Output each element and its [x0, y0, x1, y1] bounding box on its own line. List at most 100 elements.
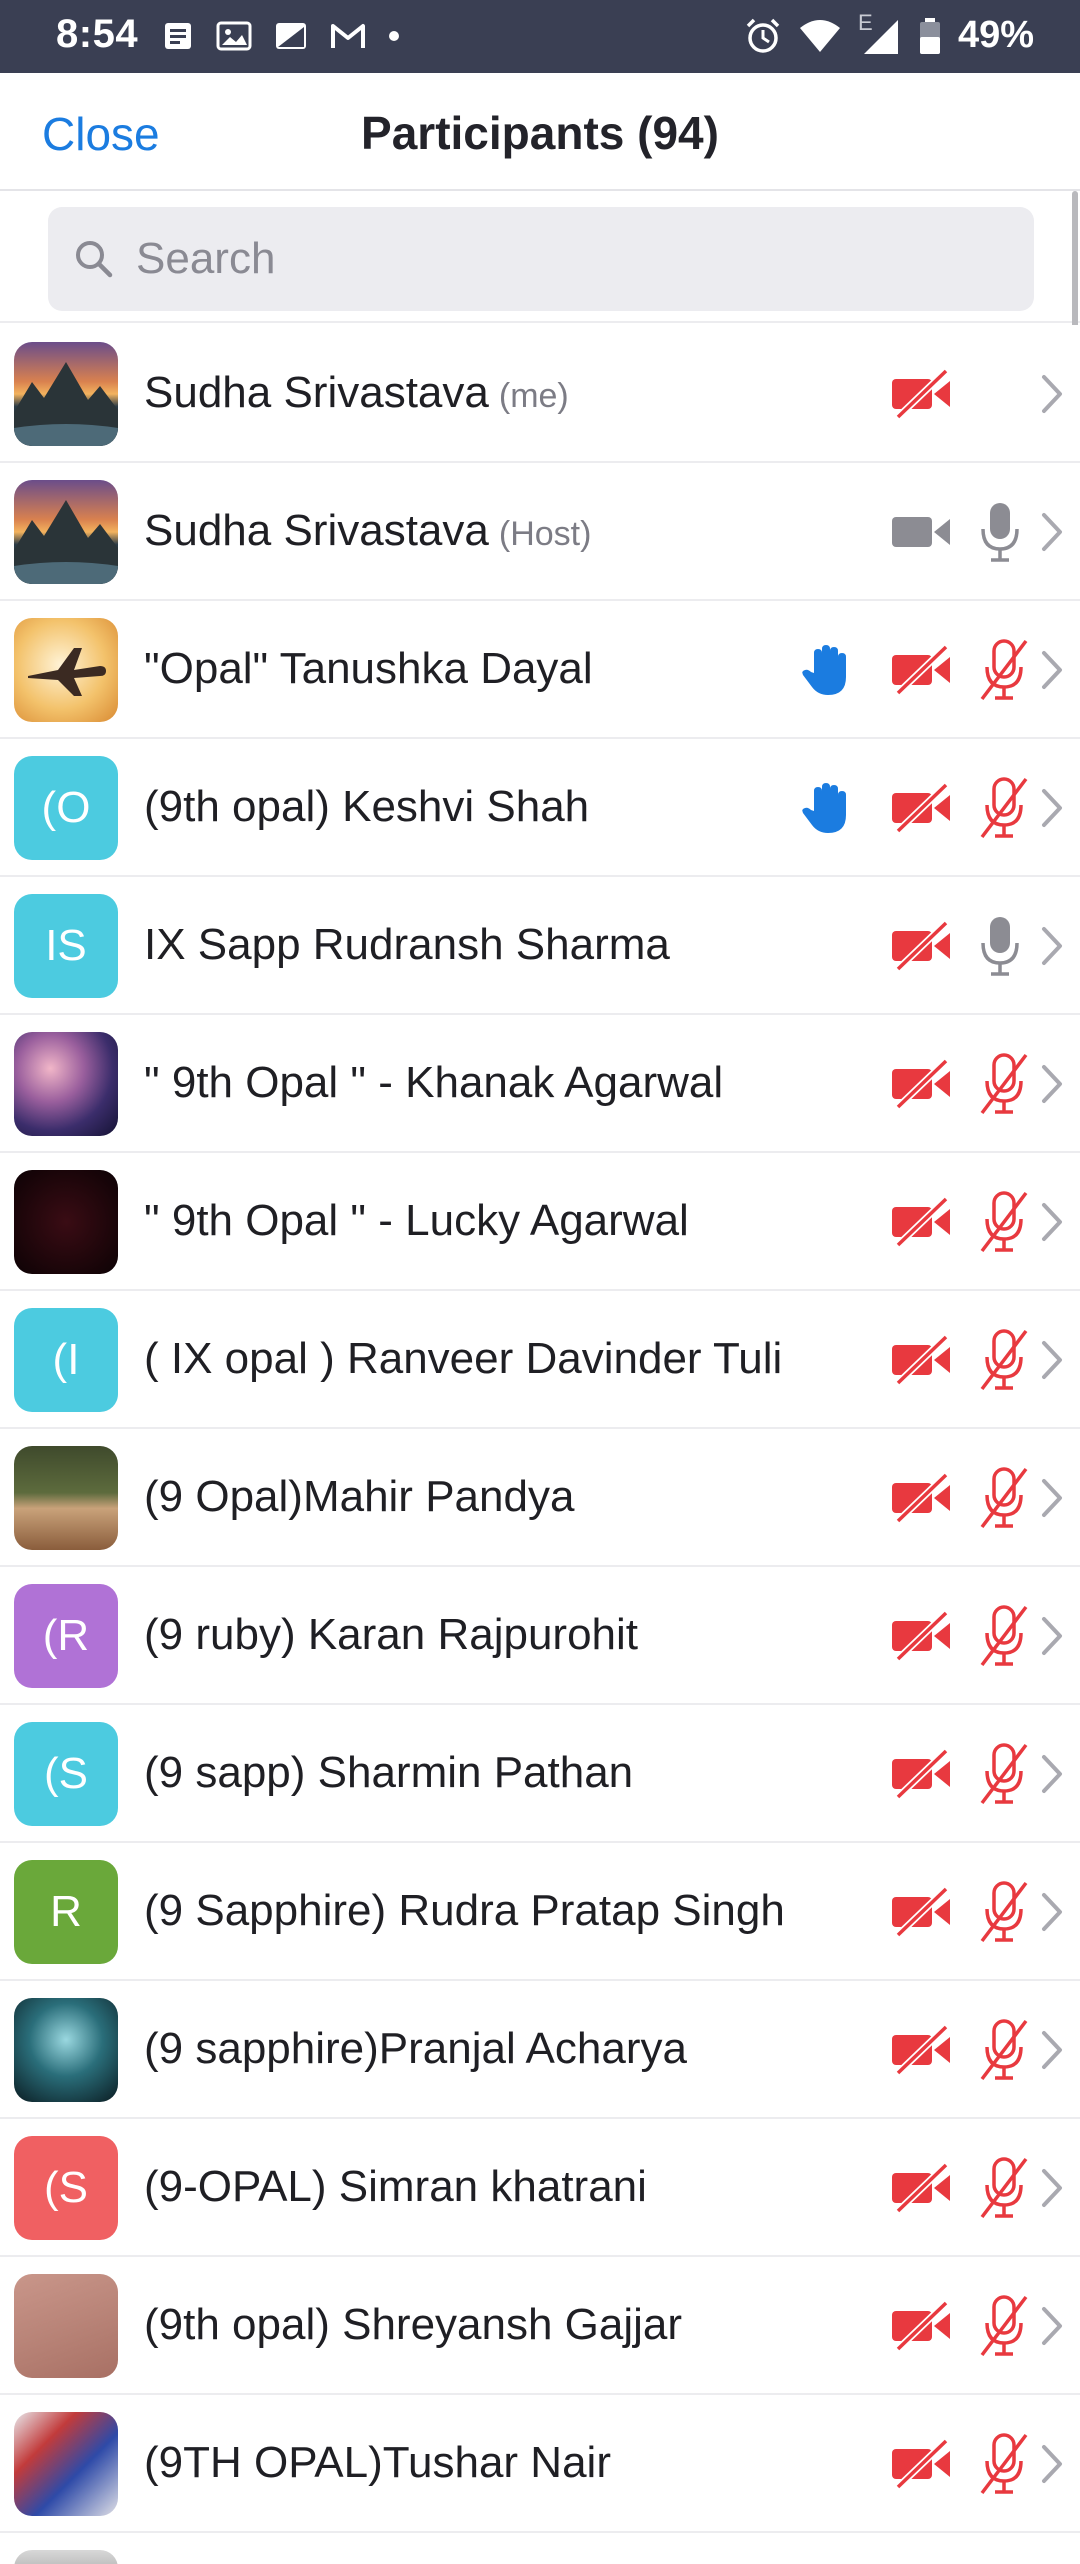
microphone-muted-icon[interactable] — [978, 1879, 1030, 1950]
participant-name: ( IX opal ) Ranveer Davinder Tuli — [144, 1291, 782, 1427]
video-off-icon[interactable] — [890, 1334, 954, 1390]
avatar — [14, 2412, 118, 2516]
microphone-muted-icon[interactable] — [978, 2293, 1030, 2364]
participant-list: Sudha Srivastava (me) Sudha Srivastava (Ho… — [0, 325, 1080, 2564]
microphone-muted-icon[interactable] — [978, 1189, 1030, 1260]
participant-row[interactable]: (I ( IX opal ) Ranveer Davinder Tuli — [0, 1291, 1080, 1429]
participant-name-text: (9 sapphire)Pranjal Acharya — [144, 2024, 687, 2073]
battery-icon — [919, 17, 940, 54]
participant-name: " 9th Opal " - Khanak Agarwal — [144, 1015, 723, 1151]
chevron-right-icon[interactable] — [1040, 1477, 1066, 1524]
participant-row[interactable]: " 9th Opal " - Lucky Agarwal — [0, 1153, 1080, 1291]
video-off-icon[interactable] — [890, 2438, 954, 2494]
news-icon — [165, 23, 191, 49]
participant-name-text: (9-OPAL) Simran khatrani — [144, 2162, 647, 2211]
microphone-on-icon[interactable] — [978, 913, 1022, 984]
video-off-icon[interactable] — [890, 782, 954, 838]
participant-name: (9 ruby) Karan Rajpurohit — [144, 1567, 638, 1703]
status-time: 8:54 — [56, 12, 139, 56]
participant-row[interactable]: "Opal" Tanushka Dayal — [0, 601, 1080, 739]
page-title: Participants (94) — [361, 107, 719, 159]
chevron-right-icon[interactable] — [1040, 373, 1066, 420]
microphone-muted-icon[interactable] — [978, 2431, 1030, 2502]
microphone-on-icon[interactable] — [978, 499, 1022, 570]
video-off-icon[interactable] — [890, 1058, 954, 1114]
microphone-muted-icon[interactable] — [978, 1603, 1030, 1674]
avatar — [14, 480, 118, 584]
chevron-right-icon[interactable] — [1040, 787, 1066, 834]
video-off-icon[interactable] — [890, 1886, 954, 1942]
microphone-muted-icon[interactable] — [978, 2155, 1030, 2226]
participant-name-text: " 9th Opal " - Lucky Agarwal — [144, 1196, 689, 1245]
participant-name: " 9th Opal " - Lucky Agarwal — [144, 1153, 689, 1289]
video-off-icon[interactable] — [890, 2162, 954, 2218]
avatar-initials: (S — [44, 1749, 88, 1798]
avatar-initials: (R — [42, 1611, 90, 1660]
chevron-right-icon[interactable] — [1040, 1201, 1066, 1248]
participant-name-text: (9th opal) Shreyansh Gajjar — [144, 2300, 683, 2349]
notification-icons — [162, 20, 400, 52]
video-off-icon[interactable] — [890, 2024, 954, 2080]
participant-row[interactable]: (9 Opal)Mahir Pandya — [0, 1429, 1080, 1567]
video-off-icon[interactable] — [890, 1472, 954, 1528]
participant-row[interactable]: (S (9 sapp) Sharmin Pathan — [0, 1705, 1080, 1843]
participant-row[interactable]: " 9th Opal " - Khanak Agarwal — [0, 1015, 1080, 1153]
video-off-icon[interactable] — [890, 644, 954, 700]
microphone-muted-icon[interactable] — [978, 2017, 1030, 2088]
participant-name: (9th opal) Keshvi Shah — [144, 739, 589, 875]
chevron-right-icon[interactable] — [1040, 925, 1066, 972]
chevron-right-icon[interactable] — [1040, 1891, 1066, 1938]
chevron-right-icon[interactable] — [1040, 511, 1066, 558]
video-off-icon[interactable] — [890, 2300, 954, 2356]
participant-row[interactable]: IS IX Sapp Rudransh Sharma — [0, 877, 1080, 1015]
video-off-icon[interactable] — [890, 920, 954, 976]
chevron-right-icon[interactable] — [1040, 2029, 1066, 2076]
participant-row[interactable]: Sudha Srivastava (Host) — [0, 463, 1080, 601]
video-off-icon[interactable] — [890, 368, 954, 424]
microphone-muted-icon[interactable] — [978, 1741, 1030, 1812]
microphone-muted-icon[interactable] — [978, 1465, 1030, 1536]
avatar — [14, 1032, 118, 1136]
search-box[interactable] — [48, 207, 1034, 311]
participant-row[interactable]: (9th opal) Shreyansh Gajjar — [0, 2257, 1080, 2395]
microphone-muted-icon[interactable] — [978, 637, 1030, 708]
chevron-right-icon[interactable] — [1040, 2305, 1066, 2352]
avatar-initials: (S — [44, 2163, 88, 2212]
participant-row[interactable]: (R (9 ruby) Karan Rajpurohit — [0, 1567, 1080, 1705]
video-on-icon[interactable] — [890, 507, 954, 562]
participant-row[interactable]: Sudha Srivastava (me) — [0, 325, 1080, 463]
participant-name: (9 sapphire)Pranjal Acharya — [144, 1981, 687, 2117]
dot-icon — [389, 31, 399, 41]
chevron-right-icon[interactable] — [1040, 1753, 1066, 1800]
alarm-icon — [746, 18, 780, 53]
microphone-muted-icon[interactable] — [978, 1327, 1030, 1398]
raised-hand-icon — [800, 643, 852, 704]
participant-row-partial[interactable] — [0, 2533, 1080, 2564]
avatar — [14, 618, 118, 722]
chevron-right-icon[interactable] — [1040, 649, 1066, 696]
participant-row[interactable]: R (9 Sapphire) Rudra Pratap Singh — [0, 1843, 1080, 1981]
search-input[interactable] — [136, 207, 1016, 311]
microphone-muted-icon[interactable] — [978, 1051, 1030, 1122]
participant-name-text: IX Sapp Rudransh Sharma — [144, 920, 670, 969]
avatar — [14, 2274, 118, 2378]
signal-icon: E — [858, 10, 902, 56]
participant-row[interactable]: (9TH OPAL)Tushar Nair — [0, 2395, 1080, 2533]
participant-row[interactable]: (O (9th opal) Keshvi Shah — [0, 739, 1080, 877]
chevron-right-icon[interactable] — [1040, 2443, 1066, 2490]
avatar: R — [14, 1860, 118, 1964]
participant-row[interactable]: (9 sapphire)Pranjal Acharya — [0, 1981, 1080, 2119]
chevron-right-icon[interactable] — [1040, 1339, 1066, 1386]
microphone-muted-icon[interactable] — [978, 775, 1030, 846]
avatar-initials: (O — [41, 783, 91, 832]
chevron-right-icon[interactable] — [1040, 1063, 1066, 1110]
video-off-icon[interactable] — [890, 1196, 954, 1252]
chevron-right-icon[interactable] — [1040, 2167, 1066, 2214]
participant-name-text: ( IX opal ) Ranveer Davinder Tuli — [144, 1334, 783, 1383]
participant-row[interactable]: (S (9-OPAL) Simran khatrani — [0, 2119, 1080, 2257]
chevron-right-icon[interactable] — [1040, 1615, 1066, 1662]
video-off-icon[interactable] — [890, 1748, 954, 1804]
avatar-initials: IS — [45, 921, 87, 970]
avatar: IS — [14, 894, 118, 998]
video-off-icon[interactable] — [890, 1610, 954, 1666]
